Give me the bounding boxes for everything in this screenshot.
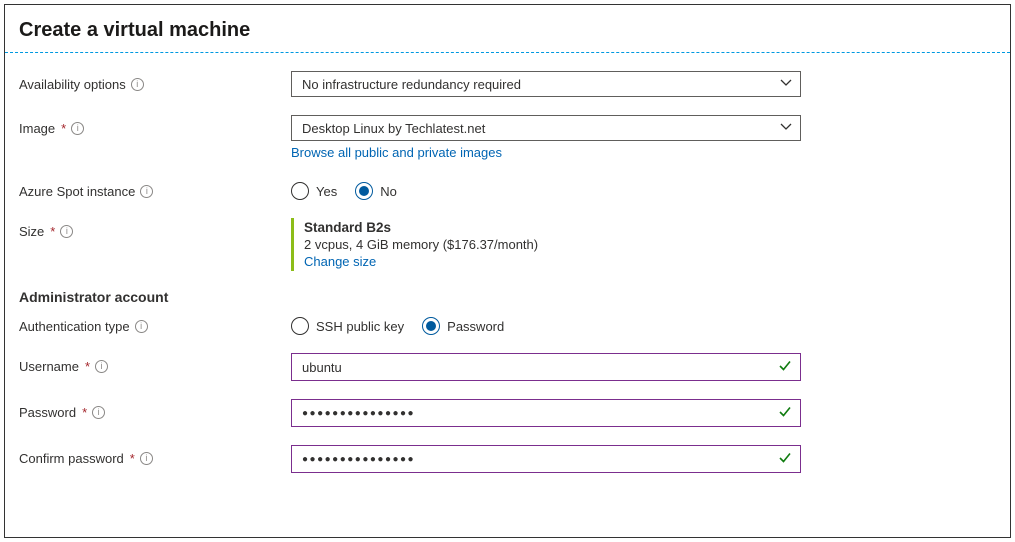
auth-password-label: Password <box>447 319 504 334</box>
auth-type-label-group: Authentication type i <box>19 313 291 334</box>
check-icon <box>778 359 792 376</box>
check-icon <box>778 405 792 422</box>
row-auth-type: Authentication type i SSH public key Pas… <box>19 313 996 335</box>
spot-no-label: No <box>380 184 397 199</box>
size-name: Standard B2s <box>304 220 801 235</box>
radio-circle-icon <box>291 317 309 335</box>
info-icon[interactable]: i <box>71 122 84 135</box>
auth-type-label: Authentication type <box>19 319 130 334</box>
spot-radio-yes[interactable]: Yes <box>291 182 337 200</box>
radio-circle-icon <box>355 182 373 200</box>
row-admin-heading: Administrator account <box>19 289 996 305</box>
row-password: Password * i ●●●●●●●●●●●●●●● <box>19 399 996 427</box>
password-label: Password <box>19 405 76 420</box>
admin-account-heading: Administrator account <box>19 289 291 305</box>
auth-radio-group: SSH public key Password <box>291 313 801 335</box>
row-availability: Availability options i No infrastructure… <box>19 71 996 97</box>
username-input[interactable]: ubuntu <box>291 353 801 381</box>
username-label-group: Username * i <box>19 353 291 374</box>
auth-radio-password[interactable]: Password <box>422 317 504 335</box>
password-label-group: Password * i <box>19 399 291 420</box>
confirm-password-label-group: Confirm password * i <box>19 445 291 466</box>
section-divider <box>5 52 1010 53</box>
chevron-down-icon <box>780 121 792 136</box>
info-icon[interactable]: i <box>131 78 144 91</box>
size-label-group: Size * i <box>19 218 291 239</box>
row-confirm-password: Confirm password * i ●●●●●●●●●●●●●●● <box>19 445 996 473</box>
auth-ssh-label: SSH public key <box>316 319 404 334</box>
radio-circle-icon <box>422 317 440 335</box>
availability-value: No infrastructure redundancy required <box>302 77 521 92</box>
required-mark: * <box>82 405 87 420</box>
image-label: Image <box>19 121 55 136</box>
spot-label: Azure Spot instance <box>19 184 135 199</box>
size-label: Size <box>19 224 44 239</box>
auth-radio-ssh[interactable]: SSH public key <box>291 317 404 335</box>
info-icon[interactable]: i <box>140 452 153 465</box>
confirm-password-input[interactable]: ●●●●●●●●●●●●●●● <box>291 445 801 473</box>
spot-radio-group: Yes No <box>291 178 801 200</box>
info-icon[interactable]: i <box>60 225 73 238</box>
page-title: Create a virtual machine <box>5 5 1010 52</box>
availability-label: Availability options <box>19 77 126 92</box>
image-label-group: Image * i <box>19 115 291 136</box>
username-label: Username <box>19 359 79 374</box>
confirm-password-value: ●●●●●●●●●●●●●●● <box>302 454 415 465</box>
vm-create-form: Availability options i No infrastructure… <box>5 71 1010 473</box>
size-detail: 2 vcpus, 4 GiB memory ($176.37/month) <box>304 237 801 252</box>
chevron-down-icon <box>780 77 792 92</box>
size-info-box: Standard B2s 2 vcpus, 4 GiB memory ($176… <box>291 218 801 271</box>
browse-images-link[interactable]: Browse all public and private images <box>291 145 502 160</box>
spot-radio-no[interactable]: No <box>355 182 397 200</box>
image-value: Desktop Linux by Techlatest.net <box>302 121 485 136</box>
row-image: Image * i Desktop Linux by Techlatest.net… <box>19 115 996 160</box>
row-size: Size * i Standard B2s 2 vcpus, 4 GiB memo… <box>19 218 996 271</box>
required-mark: * <box>130 451 135 466</box>
check-icon <box>778 451 792 468</box>
username-value: ubuntu <box>302 360 342 375</box>
row-spot: Azure Spot instance i Yes No <box>19 178 996 200</box>
required-mark: * <box>50 224 55 239</box>
spot-yes-label: Yes <box>316 184 337 199</box>
confirm-password-label: Confirm password <box>19 451 124 466</box>
required-mark: * <box>61 121 66 136</box>
radio-circle-icon <box>291 182 309 200</box>
info-icon[interactable]: i <box>95 360 108 373</box>
info-icon[interactable]: i <box>92 406 105 419</box>
required-mark: * <box>85 359 90 374</box>
image-select[interactable]: Desktop Linux by Techlatest.net <box>291 115 801 141</box>
info-icon[interactable]: i <box>135 320 148 333</box>
password-input[interactable]: ●●●●●●●●●●●●●●● <box>291 399 801 427</box>
change-size-link[interactable]: Change size <box>304 254 376 269</box>
info-icon[interactable]: i <box>140 185 153 198</box>
availability-label-group: Availability options i <box>19 71 291 92</box>
availability-select[interactable]: No infrastructure redundancy required <box>291 71 801 97</box>
row-username: Username * i ubuntu <box>19 353 996 381</box>
spot-label-group: Azure Spot instance i <box>19 178 291 199</box>
password-value: ●●●●●●●●●●●●●●● <box>302 408 415 419</box>
